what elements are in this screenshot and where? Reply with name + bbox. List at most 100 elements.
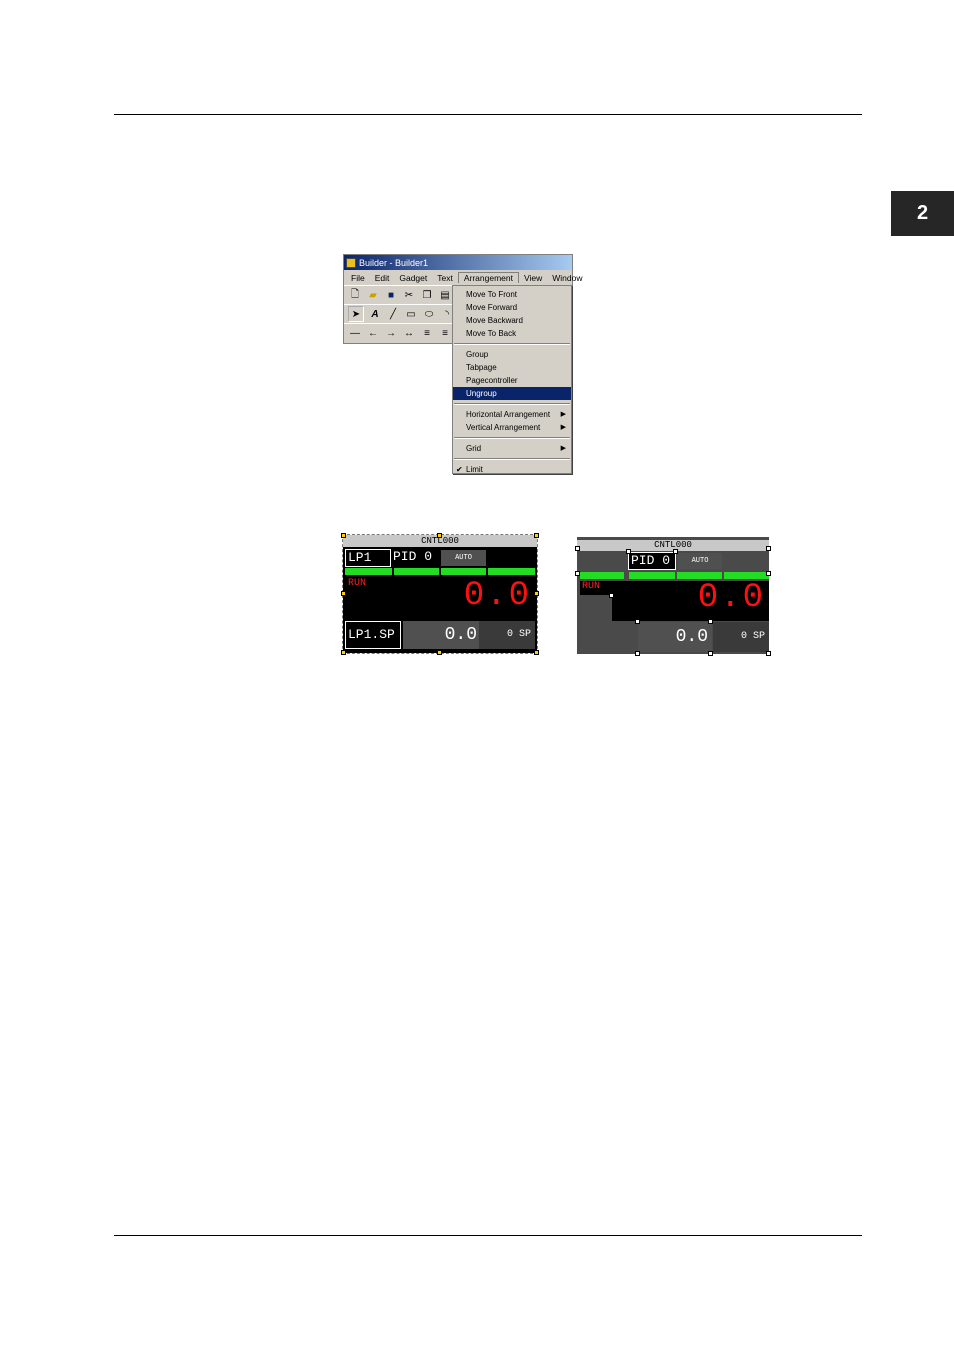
selection-handle[interactable]: [708, 651, 713, 656]
menu-item-label: Grid: [466, 444, 482, 453]
window-titlebar[interactable]: Builder - Builder1: [344, 255, 572, 270]
select-arrow-icon[interactable]: ➤: [348, 306, 364, 322]
menu-item-limit[interactable]: ✔ Limit: [453, 463, 571, 476]
menu-separator: [454, 403, 570, 405]
menu-edit[interactable]: Edit: [370, 273, 395, 283]
menu-item-label: Vertical Arrangement: [466, 423, 541, 432]
setpoint-unit: 0 SP: [479, 621, 535, 649]
green-status-bar: [441, 568, 486, 575]
copy-icon[interactable]: ❐: [420, 288, 434, 302]
selection-handle[interactable]: [341, 591, 346, 596]
auto-button[interactable]: AUTO: [441, 550, 486, 566]
menu-item-label: Limit: [466, 465, 483, 474]
selection-handle[interactable]: [766, 571, 771, 576]
submenu-arrow-icon: ▶: [560, 424, 566, 431]
selection-handle[interactable]: [534, 650, 539, 655]
selection-handle[interactable]: [609, 593, 614, 598]
menu-separator: [454, 458, 570, 460]
menu-item-vertical-arrangement[interactable]: Vertical Arrangement ▶: [453, 421, 571, 434]
menu-item-move-to-back[interactable]: Move To Back: [453, 327, 571, 340]
footer-rule: [114, 1235, 862, 1236]
menu-item-label: Horizontal Arrangement: [466, 410, 551, 419]
selection-handle[interactable]: [534, 591, 539, 596]
paste-icon[interactable]: ▤: [438, 288, 452, 302]
faceplate-mode: PID 0: [628, 552, 676, 570]
ellipse-tool-icon[interactable]: ⬭: [422, 307, 436, 321]
selection-handle[interactable]: [575, 571, 580, 576]
process-value: 0.0: [463, 577, 531, 615]
menu-item-horizontal-arrangement[interactable]: Horizontal Arrangement ▶: [453, 408, 571, 421]
run-status: RUN: [582, 581, 601, 592]
setpoint-value[interactable]: 0.0: [638, 622, 712, 652]
setpoint-unit: 0 SP: [713, 622, 769, 652]
align-icon[interactable]: ≡: [420, 326, 434, 340]
selection-handle[interactable]: [575, 546, 580, 551]
run-status: RUN: [348, 578, 367, 589]
menu-arrangement[interactable]: Arrangement: [457, 272, 519, 283]
open-folder-icon[interactable]: ▰: [366, 288, 380, 302]
selection-handle[interactable]: [673, 549, 678, 554]
green-status-bar: [629, 572, 675, 579]
cut-icon[interactable]: ✂: [402, 288, 416, 302]
selection-handle[interactable]: [766, 651, 771, 656]
selection-handle[interactable]: [437, 650, 442, 655]
align-alt-icon[interactable]: ≡: [438, 326, 452, 340]
menu-item-tabpage[interactable]: Tabpage: [453, 361, 571, 374]
menu-item-pagecontroller[interactable]: Pagecontroller: [453, 374, 571, 387]
menu-gadget[interactable]: Gadget: [394, 273, 432, 283]
menu-separator: [454, 343, 570, 345]
selection-handle[interactable]: [534, 533, 539, 538]
rectangle-tool-icon[interactable]: ▭: [404, 307, 418, 321]
green-status-bar: [677, 572, 722, 579]
selection-handle[interactable]: [708, 619, 713, 624]
menu-item-move-backward[interactable]: Move Backward: [453, 314, 571, 327]
chapter-tab: 2: [891, 191, 954, 236]
menu-item-grid[interactable]: Grid ▶: [453, 442, 571, 455]
sp-label: LP1.SP: [345, 621, 401, 649]
selection-handle[interactable]: [766, 546, 771, 551]
header-rule: [114, 114, 862, 115]
menu-item-group[interactable]: Group: [453, 348, 571, 361]
selection-handle[interactable]: [626, 549, 631, 554]
menu-bar: File Edit Gadget Text Arrangement View W…: [344, 270, 583, 285]
window-title: Builder - Builder1: [359, 257, 429, 268]
selection-handle[interactable]: [437, 533, 442, 538]
checkmark-icon: ✔: [456, 465, 463, 474]
menu-text[interactable]: Text: [432, 273, 458, 283]
green-status-bar: [345, 568, 392, 575]
selection-handle[interactable]: [341, 533, 346, 538]
save-icon[interactable]: ■: [384, 288, 398, 302]
arrow-both-icon[interactable]: ↔: [402, 326, 416, 340]
faceplate-grouped[interactable]: CNTL000 LP1 PID 0 AUTO RUN 0.0 LP1.SP 0.…: [341, 533, 539, 655]
auto-button[interactable]: AUTO: [678, 553, 722, 569]
process-value: 0.0: [697, 579, 765, 617]
submenu-arrow-icon: ▶: [560, 411, 566, 418]
setpoint-value[interactable]: 0.0: [403, 621, 481, 649]
faceplate-tag: LP1: [345, 549, 391, 567]
selection-handle[interactable]: [635, 651, 640, 656]
faceplate-ungrouped[interactable]: CNTL000 PID 0 AUTO RUN 0.0 0.0 0 SP: [575, 537, 771, 656]
green-status-bar: [488, 568, 535, 575]
text-tool-icon[interactable]: A: [368, 307, 382, 321]
selection-handle[interactable]: [635, 619, 640, 624]
menu-window[interactable]: Window: [547, 273, 587, 283]
menu-item-move-forward[interactable]: Move Forward: [453, 301, 571, 314]
green-status-bar: [724, 572, 769, 579]
menu-item-ungroup[interactable]: Ungroup: [453, 387, 571, 400]
menu-file[interactable]: File: [346, 273, 370, 283]
green-status-bar: [394, 568, 439, 575]
selection-handle[interactable]: [341, 650, 346, 655]
green-status-bar: [580, 572, 624, 579]
builder-app-icon: [346, 257, 356, 268]
arrow-right-icon[interactable]: →: [384, 326, 398, 340]
new-file-icon[interactable]: 🗋: [348, 288, 362, 302]
menu-item-move-to-front[interactable]: Move To Front: [453, 288, 571, 301]
arrangement-dropdown: Move To Front Move Forward Move Backward…: [452, 285, 572, 474]
menu-view[interactable]: View: [519, 273, 547, 283]
submenu-arrow-icon: ▶: [560, 445, 566, 452]
line-tool-icon[interactable]: ╱: [386, 307, 400, 321]
arrow-left-icon[interactable]: ←: [366, 326, 380, 340]
line-plain-icon[interactable]: —: [348, 326, 362, 340]
faceplate-mode: PID 0: [393, 549, 433, 564]
menu-separator: [454, 437, 570, 439]
